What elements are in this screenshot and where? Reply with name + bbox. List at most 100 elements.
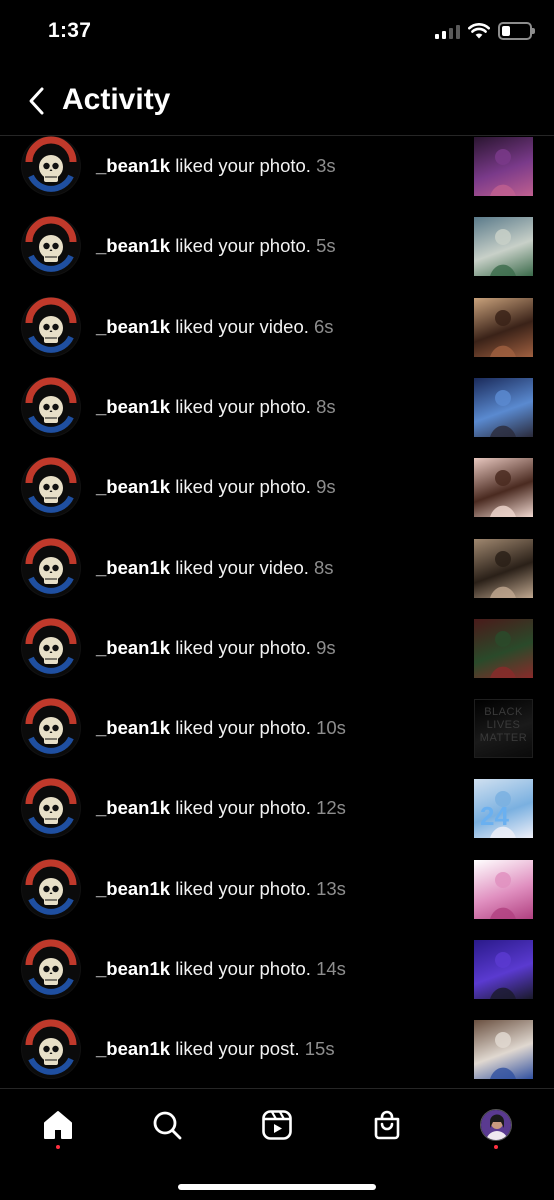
- activity-time: 8s: [316, 395, 336, 417]
- user-avatar[interactable]: [21, 457, 81, 518]
- back-button[interactable]: [22, 84, 52, 118]
- activity-time: 10s: [316, 717, 346, 739]
- activity-text: _bean1k liked your photo. 13s: [96, 878, 346, 900]
- username[interactable]: _bean1k: [96, 1038, 170, 1059]
- user-avatar[interactable]: [21, 698, 81, 759]
- username[interactable]: _bean1k: [96, 958, 170, 979]
- wifi-icon: [468, 23, 490, 39]
- post-thumbnail[interactable]: [474, 137, 533, 196]
- post-thumbnail[interactable]: [474, 618, 533, 678]
- activity-action: liked your video.: [175, 556, 309, 578]
- user-avatar[interactable]: [21, 216, 81, 277]
- activity-list[interactable]: _bean1k liked your photo. 3s _bean1k lik…: [0, 126, 554, 1088]
- activity-text: _bean1k liked your video. 6s: [96, 316, 334, 338]
- post-thumbnail[interactable]: [474, 217, 533, 277]
- status-icons: [435, 22, 535, 40]
- activity-row[interactable]: _bean1k liked your post. 15s: [0, 1009, 554, 1088]
- post-thumbnail[interactable]: [474, 1020, 533, 1080]
- username[interactable]: _bean1k: [96, 396, 170, 417]
- user-avatar[interactable]: [21, 778, 81, 839]
- user-avatar[interactable]: [21, 376, 81, 437]
- activity-text: _bean1k liked your photo. 10s: [96, 717, 346, 739]
- reels-icon: [262, 1110, 292, 1140]
- activity-row[interactable]: _bean1k liked your photo. 13s: [0, 849, 554, 929]
- user-avatar[interactable]: [21, 537, 81, 598]
- thumb-caption: BLACK LIVES MATTER: [479, 706, 528, 745]
- username[interactable]: _bean1k: [96, 557, 170, 578]
- activity-time: 5s: [316, 235, 336, 257]
- activity-action: liked your photo.: [175, 717, 311, 739]
- activity-text: _bean1k liked your photo. 9s: [96, 637, 336, 659]
- post-thumbnail[interactable]: [474, 940, 533, 999]
- user-avatar[interactable]: [21, 296, 81, 357]
- post-thumbnail[interactable]: 24: [474, 779, 533, 839]
- tab-profile[interactable]: [476, 1105, 516, 1145]
- cellular-signal-icon: [435, 23, 460, 39]
- activity-time: 12s: [316, 797, 346, 819]
- activity-action: liked your photo.: [175, 395, 311, 417]
- post-thumbnail[interactable]: [474, 297, 533, 357]
- activity-row[interactable]: _bean1k liked your video. 8s: [0, 528, 554, 608]
- activity-action: liked your photo.: [175, 958, 311, 979]
- activity-text: _bean1k liked your photo. 8s: [96, 396, 336, 418]
- activity-action: liked your photo.: [175, 235, 311, 257]
- activity-action: liked your photo.: [175, 636, 311, 658]
- post-thumbnail[interactable]: [474, 859, 533, 919]
- search-icon: [153, 1111, 182, 1140]
- username[interactable]: _bean1k: [96, 476, 170, 497]
- user-avatar[interactable]: [21, 858, 81, 919]
- user-avatar[interactable]: [21, 1019, 81, 1080]
- activity-action: liked your video.: [175, 315, 309, 337]
- activity-time: 15s: [304, 1038, 335, 1060]
- activity-row[interactable]: _bean1k liked your photo. 14s: [0, 929, 554, 1009]
- tab-bar: [0, 1088, 554, 1200]
- profile-avatar: [480, 1109, 512, 1141]
- activity-time: 3s: [316, 155, 336, 176]
- tab-shop[interactable]: [367, 1105, 407, 1145]
- activity-text: _bean1k liked your photo. 9s: [96, 476, 336, 498]
- username[interactable]: _bean1k: [96, 155, 170, 176]
- activity-row[interactable]: _bean1k liked your photo. 9s: [0, 608, 554, 688]
- post-thumbnail[interactable]: BLACK LIVES MATTER: [474, 699, 533, 759]
- activity-text: _bean1k liked your photo. 12s: [96, 797, 346, 819]
- page-title: Activity: [62, 83, 171, 116]
- activity-row[interactable]: _bean1k liked your photo. 9s: [0, 447, 554, 527]
- activity-row[interactable]: _bean1k liked your photo. 12s 24: [0, 768, 554, 848]
- post-thumbnail[interactable]: [474, 377, 533, 437]
- home-notification-dot: [56, 1145, 60, 1149]
- username[interactable]: _bean1k: [96, 717, 170, 738]
- username[interactable]: _bean1k: [96, 316, 170, 337]
- username[interactable]: _bean1k: [96, 637, 170, 658]
- activity-text: _bean1k liked your photo. 5s: [96, 235, 336, 257]
- tab-search[interactable]: [147, 1105, 187, 1145]
- home-icon: [44, 1111, 72, 1139]
- activity-row[interactable]: _bean1k liked your photo. 8s: [0, 367, 554, 447]
- activity-row[interactable]: _bean1k liked your photo. 3s: [0, 126, 554, 206]
- battery-icon: [498, 22, 535, 40]
- activity-row[interactable]: _bean1k liked your photo. 10s BLACK LIVES…: [0, 688, 554, 768]
- tab-home[interactable]: [38, 1105, 78, 1145]
- activity-action: liked your post.: [175, 1038, 300, 1060]
- post-thumbnail[interactable]: [474, 538, 533, 598]
- activity-text: _bean1k liked your photo. 14s: [96, 958, 346, 980]
- status-time: 1:37: [48, 19, 92, 42]
- activity-action: liked your photo.: [175, 476, 311, 498]
- chevron-left-icon: [29, 87, 44, 115]
- tab-reels[interactable]: [257, 1105, 297, 1145]
- activity-time: 9s: [316, 636, 336, 658]
- user-avatar[interactable]: [21, 136, 81, 196]
- activity-text: _bean1k liked your video. 8s: [96, 557, 334, 579]
- username[interactable]: _bean1k: [96, 235, 170, 256]
- activity-text: _bean1k liked your post. 15s: [96, 1038, 335, 1060]
- user-avatar[interactable]: [21, 939, 81, 999]
- post-thumbnail[interactable]: [474, 458, 533, 518]
- activity-row[interactable]: _bean1k liked your photo. 5s: [0, 206, 554, 286]
- activity-action: liked your photo.: [175, 155, 311, 176]
- username[interactable]: _bean1k: [96, 878, 170, 899]
- activity-action: liked your photo.: [175, 797, 311, 819]
- home-indicator: [178, 1184, 376, 1190]
- user-avatar[interactable]: [21, 617, 81, 678]
- activity-row[interactable]: _bean1k liked your video. 6s: [0, 287, 554, 367]
- activity-text: _bean1k liked your photo. 3s: [96, 155, 336, 177]
- username[interactable]: _bean1k: [96, 797, 170, 818]
